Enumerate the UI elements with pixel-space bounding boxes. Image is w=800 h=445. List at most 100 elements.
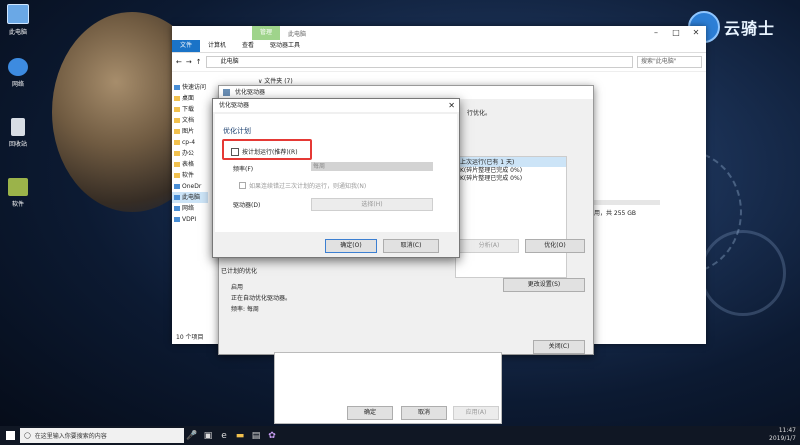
network-icon (8, 58, 28, 76)
frequency-select[interactable]: 每周 (311, 162, 433, 171)
nav-item[interactable]: VDPI (172, 214, 208, 225)
desktop-icon-label: 网络 (11, 81, 24, 88)
address-bar-row: ← → ↑ 此电脑 搜索"此电脑" (172, 53, 706, 72)
nav-item[interactable]: cp-4 (172, 137, 208, 148)
capacity-text: 可用，共 255 GB (588, 210, 637, 217)
clock-date: 2019/1/7 (769, 435, 796, 442)
nav-item[interactable]: 软件 (172, 170, 208, 181)
scheduled-header: 已计划的优化 (221, 268, 258, 275)
forward-icon[interactable]: → (186, 58, 192, 66)
schedule-on-label: 启用 (231, 284, 244, 291)
optimize-button[interactable]: 优化(O) (525, 239, 585, 253)
status-bar-text: 10 个项目 (176, 334, 204, 341)
close-button[interactable]: ✕ (686, 27, 706, 39)
watermark-text: 云骑士 (724, 19, 776, 38)
nav-item[interactable]: 快速访问 (172, 82, 208, 93)
description-text: 行优化。 (467, 110, 492, 117)
desktop-icon-label: 软件 (11, 201, 24, 208)
schedule-running-text: 正在自动优化驱动器。 (231, 295, 292, 302)
taskbar-search[interactable]: ◯ 在这里输入你要搜索的内容 (20, 428, 184, 443)
clock-time: 11:47 (778, 427, 796, 434)
nav-item[interactable]: 办公 (172, 148, 208, 159)
star-icon (174, 85, 180, 90)
network-icon (174, 206, 180, 211)
highlight-box (222, 139, 312, 160)
search-icon: ◯ (24, 432, 31, 439)
windows-icon (5, 431, 15, 440)
desktop-icon-software[interactable]: 软件 (3, 178, 33, 208)
tab-drive-tools[interactable]: 驱动器工具 (262, 40, 308, 52)
folder-icon (174, 118, 180, 123)
choose-drives-button[interactable]: 选择(H) (311, 198, 433, 211)
ok-button[interactable]: 确定(O) (325, 239, 377, 253)
minimize-button[interactable]: – (646, 27, 666, 39)
schedule-dialog: 优化驱动器 ✕ 优化计划 按计划运行(推荐)(R) 频率(F) 每周 如果连续错… (212, 98, 460, 258)
desktop-icon-recycle-bin[interactable]: 回收站 (3, 118, 33, 148)
drive-status-line[interactable]: K(碎片整理已完成 0%) (456, 167, 566, 175)
analyze-button[interactable]: 分析(A) (459, 239, 519, 253)
checkbox-icon (239, 182, 246, 189)
notify-checkbox[interactable]: 如果连续错过三次计划的运行，则通知我(N) (239, 181, 366, 190)
folder-icon (174, 140, 180, 145)
nav-item[interactable]: 桌面 (172, 93, 208, 104)
nav-item-this-pc[interactable]: 此电脑 (172, 192, 208, 203)
system-tray-clock[interactable]: 11:47 2019/1/7 (769, 427, 796, 443)
desktop-icon-label: 回收站 (8, 141, 27, 148)
maximize-button[interactable]: □ (666, 27, 686, 39)
task-view-icon[interactable]: ▣ (200, 426, 216, 445)
address-bar[interactable]: 此电脑 (205, 56, 633, 68)
tab-computer[interactable]: 计算机 (200, 40, 234, 52)
edge-icon[interactable]: e (216, 426, 232, 445)
change-settings-button[interactable]: 更改设置(S) (503, 278, 585, 292)
nav-item[interactable]: OneDr (172, 181, 208, 192)
ribbon-context-label: 管理 (252, 26, 281, 40)
frequency-label: 频率(F) (233, 166, 254, 173)
section-header[interactable]: ∨ 文件夹 (7) (258, 76, 293, 85)
desktop-icon-label: 此电脑 (8, 29, 27, 36)
close-icon[interactable]: ✕ (448, 99, 455, 112)
tab-view[interactable]: 查看 (234, 40, 262, 52)
close-window-button[interactable]: 关闭(C) (533, 340, 585, 354)
apply-button[interactable]: 应用(A) (453, 406, 499, 420)
computer-icon (174, 195, 180, 200)
search-input[interactable]: 搜索"此电脑" (637, 56, 702, 68)
folder-icon (174, 151, 180, 156)
drive-status-line[interactable]: K(碎片整理已完成 0%) (456, 175, 566, 183)
ribbon-tabs: 文件 计算机 查看 驱动器工具 (172, 40, 706, 53)
up-icon[interactable]: ↑ (196, 58, 202, 66)
folder-icon (174, 129, 180, 134)
recycle-bin-icon (11, 118, 25, 136)
nav-item[interactable]: 图片 (172, 126, 208, 137)
drive-status-list: 上次运行(已有 1 天) K(碎片整理已完成 0%) K(碎片整理已完成 0%) (455, 156, 567, 278)
schedule-frequency-text: 频率: 每周 (231, 306, 259, 313)
window-title: 此电脑 (288, 30, 307, 38)
schedule-section-title: 优化计划 (223, 127, 251, 135)
dialog-content: 优化计划 按计划运行(推荐)(R) 频率(F) 每周 如果连续错过三次计划的运行… (215, 114, 457, 232)
back-icon[interactable]: ← (176, 58, 182, 66)
network-icon (174, 217, 180, 222)
drive-status-line[interactable]: 上次运行(已有 1 天) (456, 157, 566, 167)
nav-item[interactable]: 表格 (172, 159, 208, 170)
drives-label: 驱动器(D) (233, 202, 261, 209)
start-button[interactable] (0, 426, 20, 445)
desktop-icon-this-pc[interactable]: 此电脑 (3, 4, 33, 36)
navigation-pane: 快速访问 桌面 下载 文档 图片 cp-4 办公 表格 软件 OneDr 此电脑… (172, 82, 208, 328)
file-explorer-icon[interactable]: ▬ (232, 426, 248, 445)
dialog-titlebar: 优化驱动器 ✕ (213, 99, 459, 112)
store-icon[interactable]: ▤ (248, 426, 264, 445)
taskbar: ◯ 在这里输入你要搜索的内容 🎤 ▣ e ▬ ▤ ✿ 11:47 2019/1/… (0, 426, 800, 445)
cancel-button[interactable]: 取消 (401, 406, 447, 420)
wallpaper-ring (700, 230, 786, 316)
properties-window: 确定 取消 应用(A) (274, 352, 502, 424)
drive-icon (223, 89, 230, 96)
tab-file[interactable]: 文件 (172, 40, 201, 52)
nav-item[interactable]: 下载 (172, 104, 208, 115)
dialog-title: 优化驱动器 (219, 102, 250, 109)
microphone-icon[interactable]: 🎤 (184, 426, 200, 445)
nav-item[interactable]: 网络 (172, 203, 208, 214)
ok-button[interactable]: 确定 (347, 406, 393, 420)
cancel-button[interactable]: 取消(C) (383, 239, 439, 253)
nav-item[interactable]: 文档 (172, 115, 208, 126)
app-icon[interactable]: ✿ (264, 426, 280, 445)
desktop-icon-network[interactable]: 网络 (3, 58, 33, 88)
